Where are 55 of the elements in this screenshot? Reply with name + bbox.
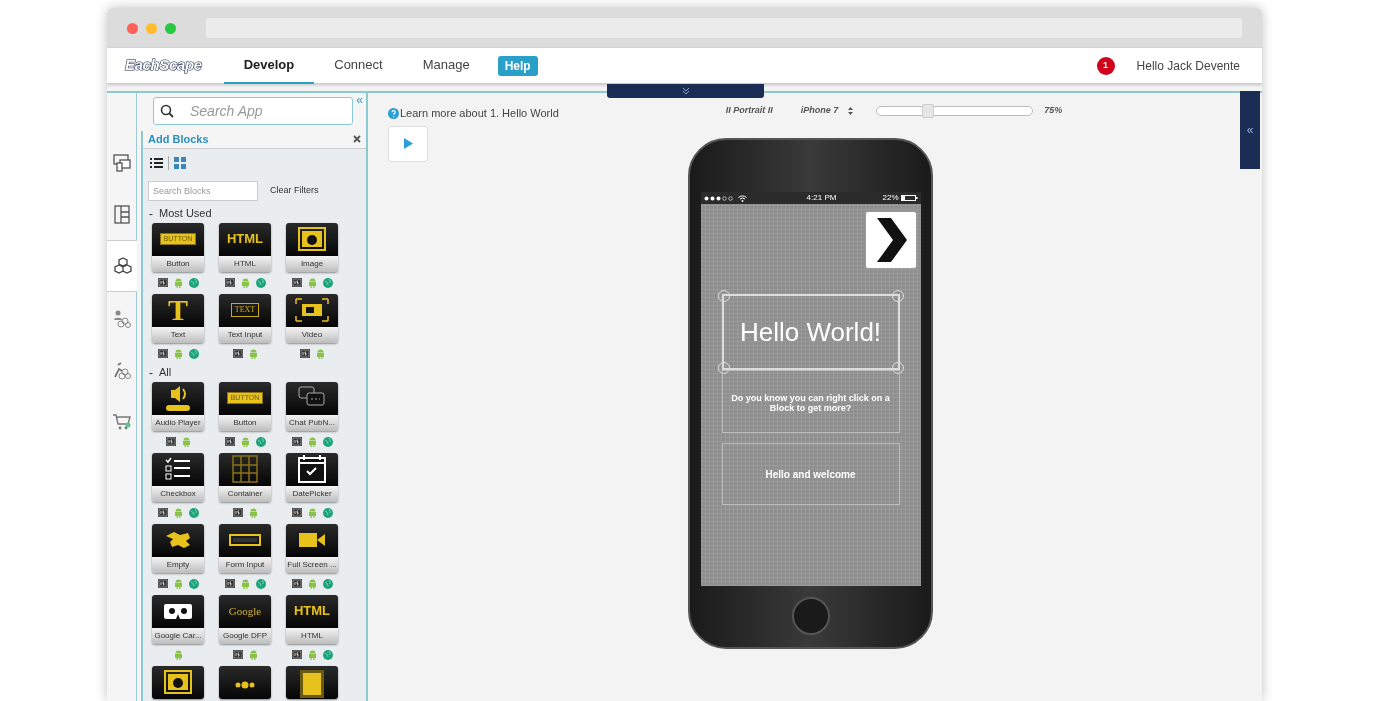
play-icon — [403, 138, 413, 149]
tile-icon-text: HTML — [293, 602, 331, 621]
layout-icon — [111, 204, 132, 224]
block-tile[interactable] — [219, 665, 271, 699]
section-title: All — [159, 365, 172, 381]
sort-arrows-icon — [848, 107, 854, 115]
orientation-toggle[interactable]: II Portrait II — [725, 104, 773, 118]
help-link[interactable]: Learn more about 1. Hello World — [400, 105, 559, 122]
runner-icon — [111, 360, 132, 380]
battery-icon — [900, 195, 918, 201]
tool-tab[interactable] — [107, 240, 138, 292]
logo: EachScape — [125, 55, 202, 76]
help-icon — [388, 107, 399, 119]
search-icon — [160, 104, 174, 118]
list-view-icon[interactable] — [150, 156, 163, 169]
signal-dots-icon — [703, 195, 734, 201]
clear-filters-button[interactable]: Clear Filters — [270, 183, 319, 198]
search-field[interactable]: Search App — [153, 97, 353, 125]
tile-icon-text: TEXT — [230, 303, 260, 317]
grid-view-icon[interactable] — [174, 156, 187, 169]
collapse-toggle[interactable]: - — [149, 363, 153, 382]
zoom-reading: 75% — [1044, 104, 1063, 118]
panel-title: Add Blocks — [148, 132, 209, 147]
collapse-toggle[interactable]: - — [149, 204, 153, 223]
maximize-window-button[interactable] — [164, 22, 176, 34]
tile-icon-text: HTML — [226, 230, 264, 249]
cart-icon — [111, 412, 132, 432]
block-tile[interactable] — [286, 665, 338, 699]
status-time: 4:21 PM — [806, 193, 837, 203]
user-group-icon — [111, 308, 132, 328]
device-select[interactable]: iPhone 7 — [800, 104, 854, 118]
zoom-slider-track[interactable] — [876, 106, 1034, 116]
home-button[interactable] — [791, 597, 830, 635]
close-icon[interactable] — [353, 135, 361, 144]
nav-tab[interactable]: Develop — [223, 47, 315, 84]
battery-percent: 22% — [882, 193, 899, 203]
tile-icon-text: T — [168, 295, 188, 325]
double-chevron-down-icon — [681, 87, 690, 95]
screens-icon — [111, 152, 132, 172]
nav-tab[interactable]: Manage — [402, 47, 490, 84]
notification-badge[interactable]: 1 — [1096, 56, 1115, 75]
section-title: Most Used — [159, 206, 212, 222]
drawer-handle[interactable] — [607, 84, 764, 98]
user-greeting[interactable]: Hello Jack Devente — [1136, 56, 1240, 75]
tile-icon-text: Google — [228, 603, 262, 619]
panel-expand-tab[interactable]: « — [1240, 91, 1260, 169]
search-blocks-field[interactable]: Search Blocks — [148, 180, 258, 201]
zoom-slider-thumb[interactable] — [922, 104, 935, 118]
next-arrow-button[interactable] — [864, 211, 917, 269]
dots-icon — [235, 681, 255, 689]
preview-button[interactable] — [388, 125, 428, 162]
block-tile[interactable] — [152, 665, 204, 699]
close-window-button[interactable] — [127, 22, 138, 34]
nav-tab[interactable]: Connect — [314, 47, 403, 84]
wifi-icon — [737, 194, 747, 202]
